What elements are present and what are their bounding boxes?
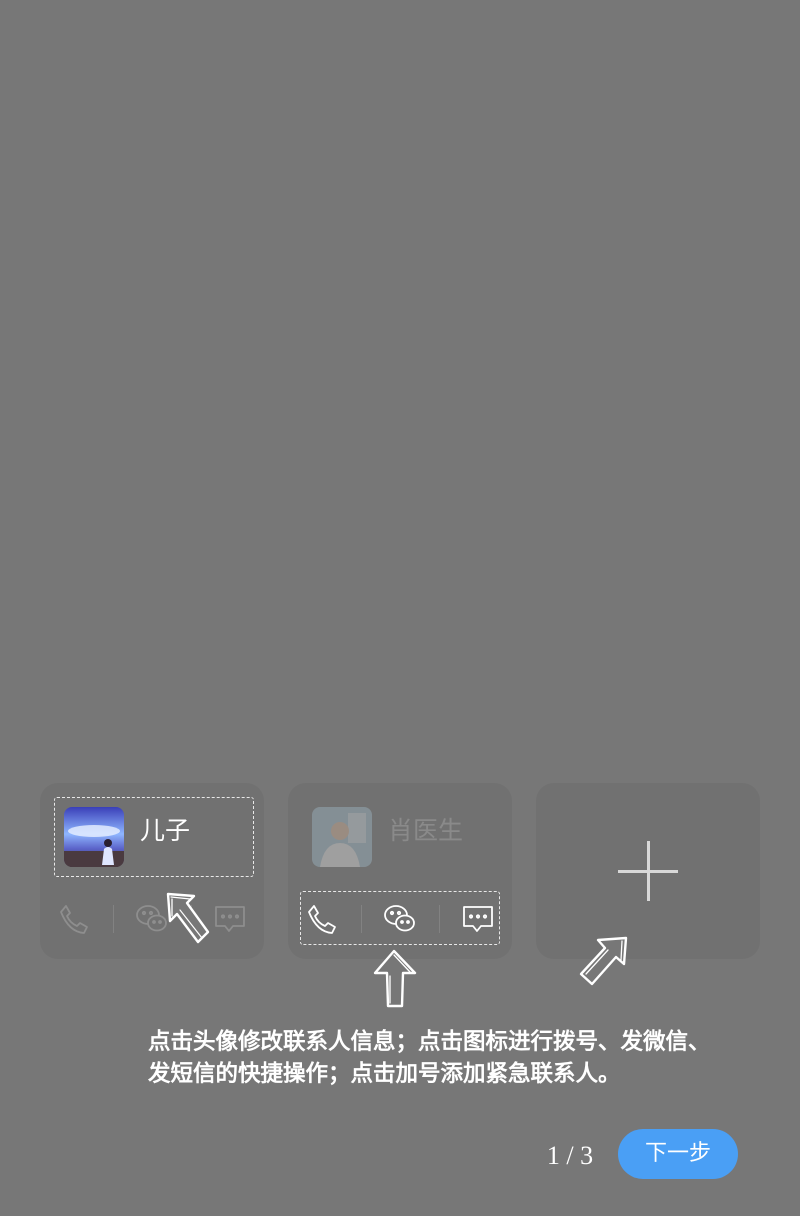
call-button[interactable] [304, 901, 340, 937]
phone-icon [308, 905, 336, 934]
guide-overlay: { "contacts": [ { "name": "儿子", "avatar"… [0, 0, 800, 1216]
guide-line: 发短信的快捷操作；点击加号添加紧急联系人。 [148, 1061, 621, 1087]
divider [112, 905, 114, 933]
message-icon [215, 906, 245, 932]
avatar[interactable] [312, 807, 372, 867]
add-contact-card[interactable] [536, 783, 760, 959]
divider [438, 905, 440, 933]
contact-name: 肖医生 [388, 816, 464, 845]
avatar[interactable] [64, 807, 124, 867]
message-icon [463, 906, 493, 932]
sms-button[interactable] [212, 901, 248, 937]
arrow-up-left-icon [166, 892, 210, 944]
wechat-button[interactable] [382, 901, 418, 937]
page-indicator: 1 / 3 [546, 1141, 594, 1170]
contact-card-son[interactable]: 儿子 [40, 783, 264, 959]
plus-icon[interactable] [618, 841, 678, 901]
quick-actions [56, 901, 248, 937]
guide-line: 点击头像修改联系人信息；点击图标进行拨号、发微信、 [148, 1029, 711, 1055]
quick-actions [304, 901, 496, 937]
next-button[interactable]: 下一步 [618, 1129, 738, 1179]
contact-card-doctor[interactable]: 肖医生 [288, 783, 512, 959]
divider [360, 905, 362, 933]
arrow-up-right-icon [579, 936, 628, 986]
guide-text: 点击头像修改联系人信息；点击图标进行拨号、发微信、 发短信的快捷操作；点击加号添… [148, 1026, 768, 1090]
wechat-icon [384, 905, 415, 932]
call-button[interactable] [56, 901, 92, 937]
doctor-photo [312, 807, 372, 867]
son-photo [64, 807, 124, 867]
sms-button[interactable] [460, 901, 496, 937]
arrow-up-icon [373, 949, 417, 1008]
phone-icon [60, 905, 88, 934]
contact-name: 儿子 [140, 816, 191, 845]
